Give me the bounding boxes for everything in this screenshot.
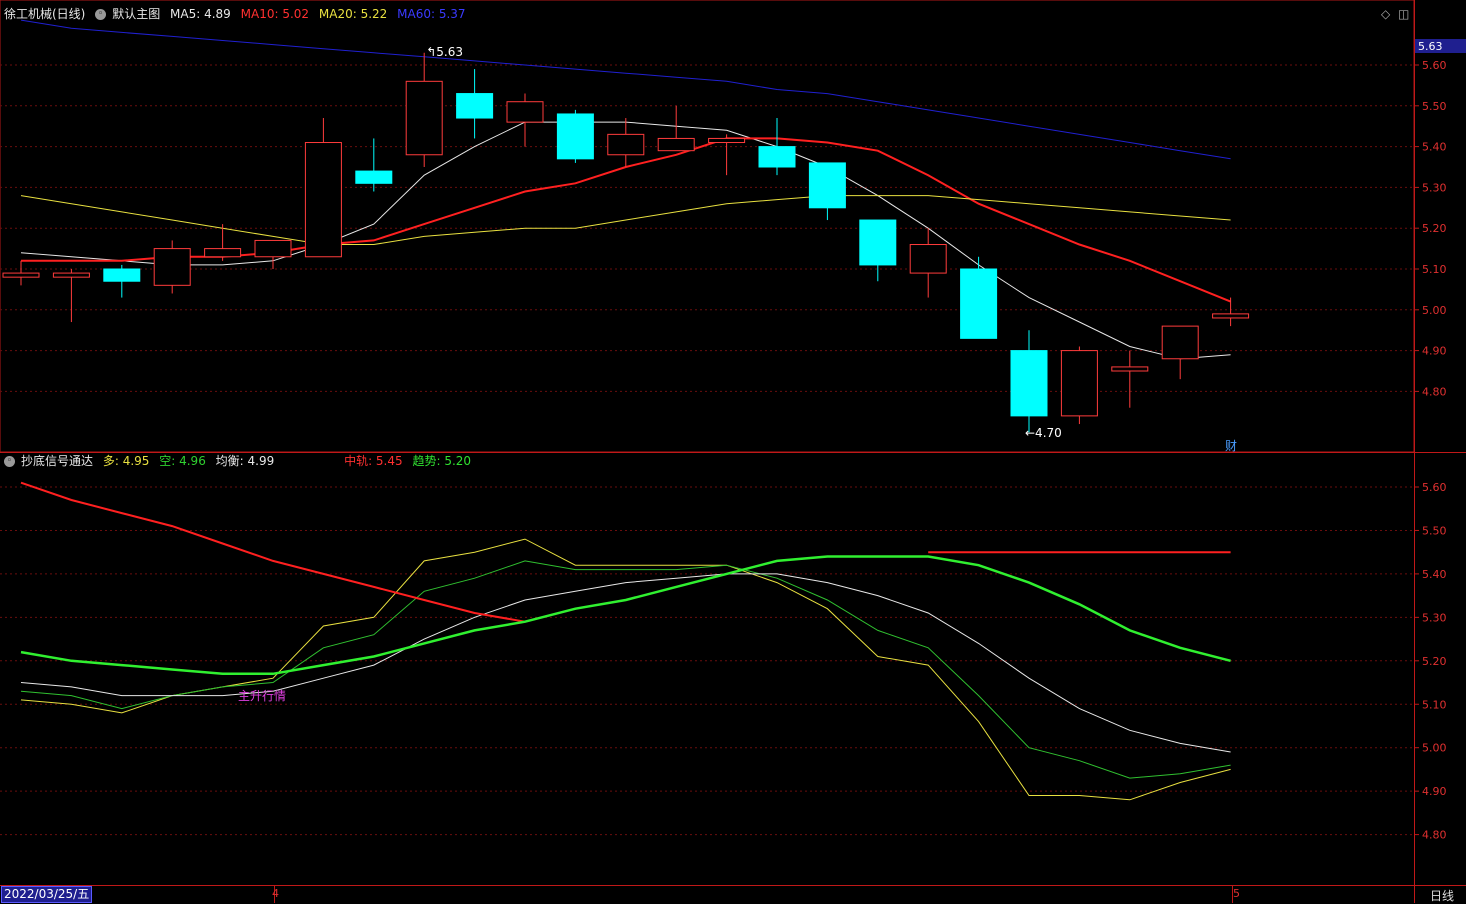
main-y-tick-label: 5.30 bbox=[1422, 181, 1447, 194]
candle-body bbox=[405, 80, 443, 156]
date-tag: 2022/03/25/五 bbox=[1, 886, 93, 903]
diamond-icon[interactable]: ◇ bbox=[1381, 7, 1390, 21]
legend-ma60: MA60: 5.37 bbox=[397, 7, 466, 21]
main-y-tick-label: 5.00 bbox=[1422, 304, 1447, 317]
sub-y-tick-label: 5.50 bbox=[1422, 524, 1447, 537]
sub-y-tick-label: 4.80 bbox=[1422, 829, 1447, 842]
candle-body bbox=[355, 170, 393, 184]
main-y-tick-label: 4.90 bbox=[1422, 345, 1447, 358]
candle-body bbox=[556, 113, 594, 160]
sub-line-3 bbox=[20, 481, 526, 623]
main-chart-label[interactable]: 默认主图 bbox=[112, 7, 160, 21]
candle-body bbox=[204, 248, 242, 258]
main-y-tick-label: 5.10 bbox=[1422, 263, 1447, 276]
candle bbox=[204, 224, 242, 261]
sub-y-tick-label: 5.00 bbox=[1422, 742, 1447, 755]
candle bbox=[304, 118, 342, 258]
candle bbox=[859, 219, 897, 282]
candle bbox=[1212, 297, 1250, 327]
indicator-title[interactable]: 抄底信号通达 bbox=[21, 454, 93, 468]
high-annotation: ↰5.63 bbox=[426, 45, 463, 59]
settings-circle-icon[interactable]: ◦ bbox=[95, 9, 107, 20]
sub-line-0 bbox=[20, 538, 1231, 801]
main-y-tick-label: 5.50 bbox=[1422, 100, 1447, 113]
legend-duo: 多: 4.95 bbox=[102, 454, 150, 468]
sub-y-tick-label: 5.20 bbox=[1422, 655, 1447, 668]
candle bbox=[405, 52, 443, 167]
candle bbox=[607, 118, 645, 167]
sub-settings-circle-icon[interactable]: ◦ bbox=[4, 456, 15, 467]
candle-body bbox=[1060, 350, 1098, 417]
candle bbox=[52, 269, 90, 323]
x-tick-5: 5 bbox=[1233, 887, 1240, 900]
finance-tag[interactable]: 财 bbox=[1225, 437, 1237, 454]
candle-body bbox=[254, 239, 292, 258]
price-tag-label: 5.63 bbox=[1418, 40, 1443, 53]
signal-label: 主升行情 bbox=[238, 689, 287, 703]
legend-qushi: 趋势: 5.20 bbox=[412, 454, 472, 468]
sub-y-tick-label: 5.40 bbox=[1422, 568, 1447, 581]
x-tick-4: 4 bbox=[272, 887, 279, 900]
candle-body bbox=[52, 272, 90, 278]
candle-body bbox=[1212, 313, 1250, 319]
period-label[interactable]: 日线 bbox=[1430, 887, 1454, 904]
chart-canvas: 5.60 5.50 5.40 5.30 5.20 5.10 5.00 4.90 4.80 5.63… bbox=[0, 0, 1466, 903]
candle bbox=[254, 239, 292, 269]
candle-body bbox=[960, 268, 998, 339]
candle-body bbox=[708, 137, 746, 144]
candle-body bbox=[808, 162, 846, 209]
stock-title[interactable]: 徐工机械(日线) bbox=[4, 7, 85, 21]
candle bbox=[1111, 350, 1149, 408]
candle-body bbox=[909, 244, 947, 274]
candle-body bbox=[153, 248, 191, 286]
candle bbox=[506, 93, 544, 147]
legend-kong: 空: 4.96 bbox=[159, 454, 206, 468]
candle-body bbox=[859, 219, 897, 266]
main-header: 徐工机械(日线) ◦ 默认主图 MA5: 4.89 MA10: 5.02 MA20… bbox=[4, 6, 472, 22]
candle-body bbox=[304, 142, 342, 258]
candle-body bbox=[657, 137, 695, 152]
candle-body bbox=[1161, 325, 1199, 360]
main-y-tick-label: 5.60 bbox=[1422, 59, 1447, 72]
candle-body bbox=[1111, 366, 1149, 372]
candle-body bbox=[103, 268, 141, 282]
sub-y-tick-label: 5.30 bbox=[1422, 611, 1447, 624]
legend-ma20: MA20: 5.22 bbox=[318, 7, 388, 21]
candle bbox=[909, 228, 947, 298]
candle-body bbox=[607, 133, 645, 156]
legend-ma10: MA10: 5.02 bbox=[240, 7, 310, 21]
candle bbox=[103, 264, 141, 298]
window-toggle-icon[interactable]: ◫ bbox=[1398, 7, 1409, 21]
candle bbox=[808, 162, 846, 221]
candle bbox=[2, 260, 40, 286]
main-y-tick-label: 5.40 bbox=[1422, 141, 1447, 154]
main-y-tick-label: 5.20 bbox=[1422, 222, 1447, 235]
sub-y-tick-label: 5.10 bbox=[1422, 698, 1447, 711]
sub-y-tick-label: 4.90 bbox=[1422, 785, 1447, 798]
candle bbox=[153, 240, 191, 294]
candle bbox=[1010, 330, 1048, 433]
legend-ma5: MA5: 4.89 bbox=[170, 7, 231, 21]
candle-body bbox=[2, 272, 40, 278]
candle bbox=[708, 134, 746, 176]
sub-header: ◦ 抄底信号通达 多: 4.95 空: 4.96 均衡: 4.99 中轨: 5.4… bbox=[4, 453, 477, 469]
candle-body bbox=[758, 146, 796, 168]
low-annotation: ←4.70 bbox=[1025, 426, 1062, 440]
candle bbox=[758, 118, 796, 176]
candle bbox=[657, 105, 695, 152]
legend-zhonggui: 中轨: 5.45 bbox=[344, 454, 403, 468]
candle bbox=[1161, 325, 1199, 380]
candle bbox=[960, 256, 998, 339]
legend-junheng: 均衡: 4.99 bbox=[215, 454, 275, 468]
main-y-tick-label: 4.80 bbox=[1422, 385, 1447, 398]
candle-body bbox=[1010, 350, 1048, 417]
candle bbox=[556, 109, 594, 163]
candle-body bbox=[456, 93, 494, 119]
candle bbox=[1060, 346, 1098, 425]
sub-line-1 bbox=[20, 560, 1231, 779]
ma-line-ma20 bbox=[20, 195, 1231, 245]
candle-body bbox=[506, 101, 544, 123]
candle bbox=[456, 69, 494, 139]
sub-y-tick-label: 5.60 bbox=[1422, 481, 1447, 494]
